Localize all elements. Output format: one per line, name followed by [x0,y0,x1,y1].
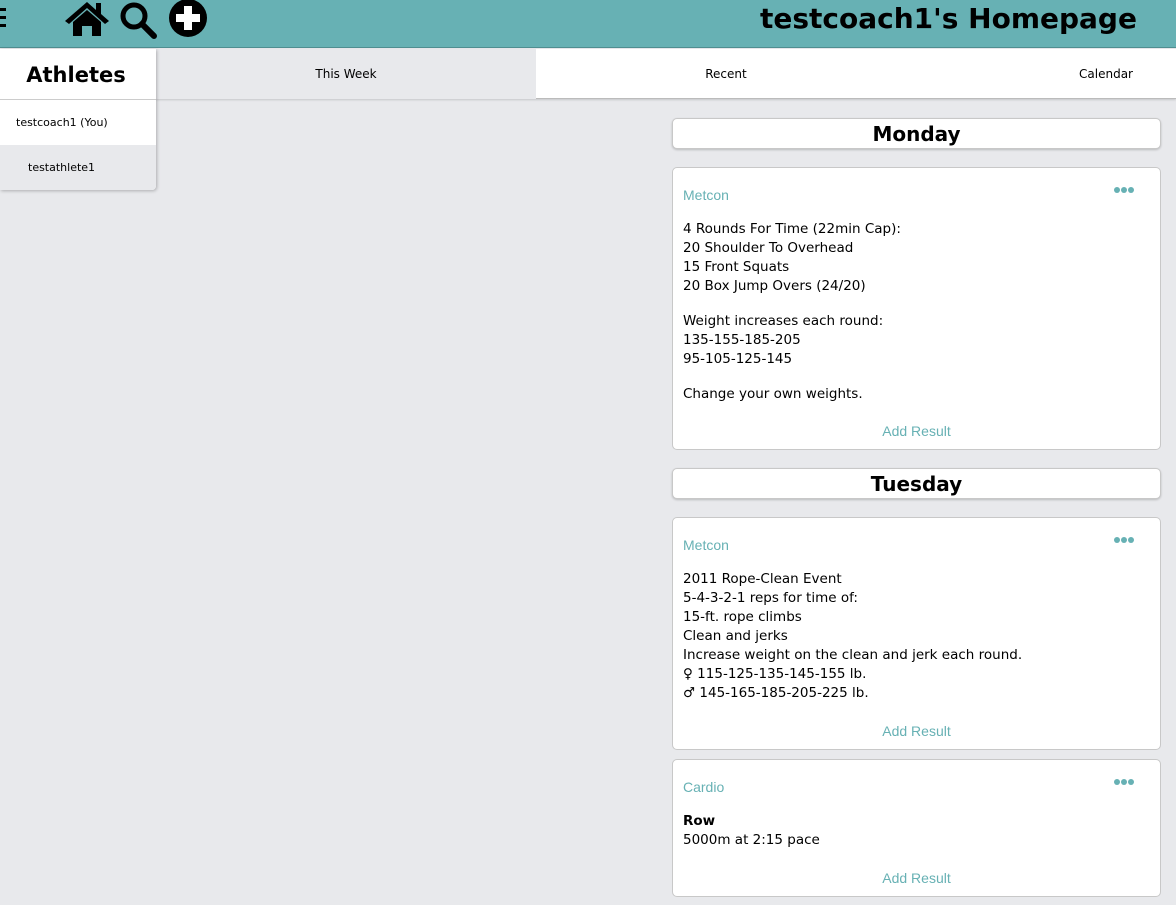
workout-line: 135-155-185-205 [683,332,801,348]
sidebar-item-testathlete1[interactable]: testathlete1 [0,145,156,190]
workout-line: 4 Rounds For Time (22min Cap): [683,221,901,237]
day-header-monday: Monday [672,118,1161,149]
more-options-icon[interactable] [1114,535,1134,545]
workout-line: 15-ft. rope climbs [683,609,802,625]
workout-line: 5-4-3-2-1 reps for time of: [683,590,858,606]
workout-line: ♂ 145-165-185-205-225 lb. [683,685,869,701]
workout-type: Metcon [683,187,729,203]
workout-line: Clean and jerks [683,628,788,644]
workout-line: Weight increases each round: [683,313,884,329]
tab-bar: This Week Recent Calendar [156,49,1176,99]
more-options-icon[interactable] [1114,185,1134,195]
add-result-button[interactable]: Add Result [673,416,1160,446]
plus-circle-icon[interactable] [168,0,208,38]
add-result-button[interactable]: Add Result [673,716,1160,746]
workout-line: 20 Shoulder To Overhead [683,240,854,256]
workout-description: 2011 Rope-Clean Event 5-4-3-2-1 reps for… [683,570,1150,703]
sidebar-title: Athletes [0,49,156,100]
athletes-sidebar: Athletes testcoach1 (You) testathlete1 [0,49,156,190]
workout-description: 4 Rounds For Time (22min Cap): 20 Should… [683,220,1150,404]
workout-line: 95-105-125-145 [683,351,793,367]
workout-card: Metcon 4 Rounds For Time (22min Cap): 20… [672,167,1161,450]
workout-line: Change your own weights. [683,386,863,402]
workout-line: 2011 Rope-Clean Event [683,571,842,587]
search-icon[interactable] [118,1,160,39]
menu-icon[interactable] [0,8,8,30]
workout-description: Row 5000m at 2:15 pace [683,812,1150,850]
workout-line: ♀ 115-125-135-145-155 lb. [683,666,867,682]
more-options-icon[interactable] [1114,777,1134,787]
workout-card: Metcon 2011 Rope-Clean Event 5-4-3-2-1 r… [672,517,1161,750]
workout-card: Cardio Row 5000m at 2:15 pace Add Result [672,759,1161,897]
workout-line: 20 Box Jump Overs (24/20) [683,278,866,294]
tab-calendar[interactable]: Calendar [916,49,1176,99]
workout-line: 15 Front Squats [683,259,790,275]
day-header-tuesday: Tuesday [672,468,1161,499]
tab-this-week[interactable]: This Week [156,49,536,99]
workout-line: Increase weight on the clean and jerk ea… [683,647,1023,663]
page-title: testcoach1's Homepage [760,2,1137,35]
workout-feed: Monday Metcon 4 Rounds For Time (22min C… [672,118,1161,905]
tab-recent[interactable]: Recent [536,49,916,99]
workout-line: 5000m at 2:15 pace [683,832,820,848]
workout-title: Row [683,813,716,829]
workout-type: Cardio [683,779,725,795]
add-result-button[interactable]: Add Result [673,863,1160,893]
app-header: testcoach1's Homepage [0,0,1176,48]
home-icon[interactable] [64,0,110,38]
sidebar-item-testcoach1[interactable]: testcoach1 (You) [0,100,156,145]
workout-type: Metcon [683,537,729,553]
